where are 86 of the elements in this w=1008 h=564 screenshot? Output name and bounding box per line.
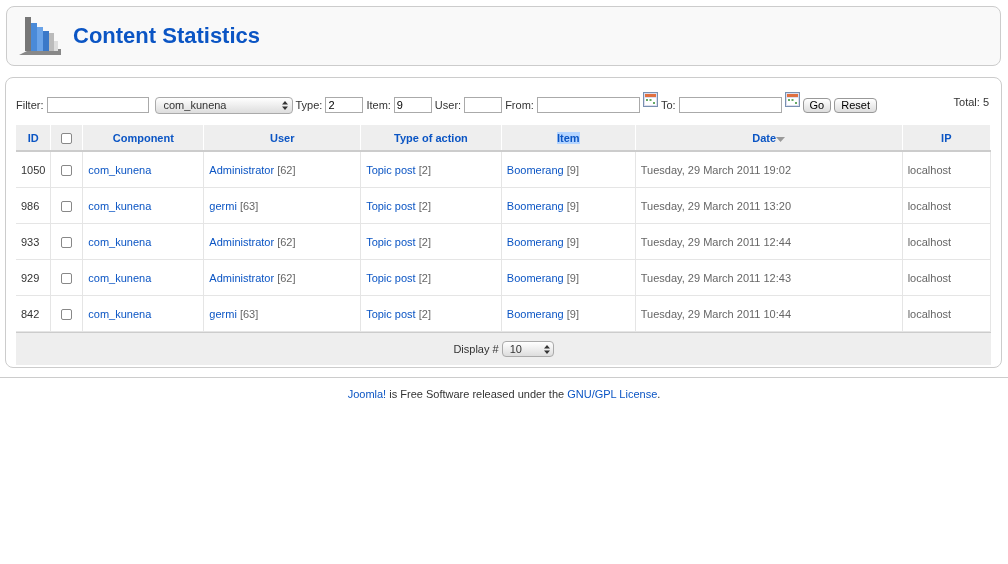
type-label: Type: bbox=[295, 99, 323, 111]
display-label: Display # bbox=[453, 343, 499, 355]
id-cell: 933 bbox=[21, 235, 40, 248]
item-id: [9] bbox=[566, 163, 579, 176]
component-select[interactable]: com_kunena bbox=[154, 96, 293, 114]
action-link[interactable]: Topic post bbox=[366, 235, 416, 248]
date-cell: Tuesday, 29 March 2011 13:20 bbox=[640, 199, 791, 212]
ip-cell: localhost bbox=[907, 307, 952, 320]
date-cell: Tuesday, 29 March 2011 19:02 bbox=[640, 163, 791, 176]
column-header[interactable]: Item bbox=[557, 131, 580, 144]
up-down-arrows-icon bbox=[281, 100, 288, 110]
user-field[interactable] bbox=[464, 97, 503, 113]
id-cell: 842 bbox=[21, 307, 40, 320]
action-id: [2] bbox=[418, 163, 431, 176]
date-cell: Tuesday, 29 March 2011 10:44 bbox=[640, 307, 791, 320]
action-id: [2] bbox=[418, 235, 431, 248]
go-button[interactable]: Go bbox=[802, 97, 832, 113]
from-label: From: bbox=[505, 99, 534, 111]
action-id: [2] bbox=[418, 199, 431, 212]
joomla-link[interactable]: Joomla! bbox=[347, 388, 387, 400]
item-id: [9] bbox=[566, 271, 579, 284]
type-field[interactable]: 2 bbox=[325, 97, 364, 113]
calendar-icon[interactable] bbox=[784, 91, 800, 107]
user-link[interactable]: Administrator bbox=[209, 271, 275, 284]
user-id: [63] bbox=[239, 199, 259, 212]
action-id: [2] bbox=[418, 271, 431, 284]
user-id: [63] bbox=[239, 307, 259, 320]
user-link[interactable]: Administrator bbox=[209, 163, 275, 176]
id-cell: 986 bbox=[21, 199, 40, 212]
column-header[interactable]: User bbox=[270, 131, 295, 144]
up-down-arrows-icon bbox=[543, 344, 550, 354]
reset-button[interactable]: Reset bbox=[834, 97, 877, 113]
component-link[interactable]: com_kunena bbox=[88, 199, 152, 212]
item-link[interactable]: Boomerang bbox=[506, 163, 564, 176]
ip-cell: localhost bbox=[907, 271, 952, 284]
item-link[interactable]: Boomerang bbox=[506, 235, 564, 248]
user-link[interactable]: Administrator bbox=[209, 235, 275, 248]
to-label: To: bbox=[660, 99, 676, 111]
item-id: [9] bbox=[566, 235, 579, 248]
action-link[interactable]: Topic post bbox=[366, 163, 416, 176]
id-cell: 929 bbox=[21, 271, 40, 284]
row-checkbox[interactable] bbox=[61, 272, 73, 284]
column-header[interactable]: Date bbox=[752, 131, 777, 144]
calendar-icon[interactable] bbox=[642, 91, 658, 107]
item-id: [9] bbox=[566, 199, 579, 212]
component-link[interactable]: com_kunena bbox=[88, 307, 152, 320]
item-link[interactable]: Boomerang bbox=[506, 199, 564, 212]
component-link[interactable]: com_kunena bbox=[88, 163, 152, 176]
to-date-field[interactable] bbox=[678, 97, 782, 113]
id-cell: 1050 bbox=[21, 163, 46, 176]
from-date-field[interactable] bbox=[536, 97, 640, 113]
page-title: Content Statistics bbox=[73, 23, 261, 49]
action-link[interactable]: Topic post bbox=[366, 199, 416, 212]
component-link[interactable]: com_kunena bbox=[88, 271, 152, 284]
ip-cell: localhost bbox=[907, 235, 952, 248]
component-link[interactable]: com_kunena bbox=[88, 235, 152, 248]
filter-label: Filter: bbox=[16, 99, 44, 111]
row-checkbox[interactable] bbox=[61, 200, 73, 212]
date-cell: Tuesday, 29 March 2011 12:43 bbox=[640, 271, 791, 284]
item-link[interactable]: Boomerang bbox=[506, 271, 564, 284]
user-id: [62] bbox=[277, 271, 296, 284]
filter-field[interactable] bbox=[46, 97, 149, 113]
user-label: User: bbox=[434, 99, 462, 111]
date-cell: Tuesday, 29 March 2011 12:44 bbox=[640, 235, 791, 248]
footer-text: Joomla! is Free Software released under the GNU/GPL License. bbox=[347, 388, 661, 400]
user-id: [62] bbox=[277, 163, 296, 176]
row-checkbox[interactable] bbox=[61, 308, 73, 320]
column-header[interactable]: IP bbox=[941, 131, 952, 144]
select-all-checkbox[interactable] bbox=[61, 132, 73, 144]
user-link[interactable]: germi bbox=[209, 307, 237, 320]
item-id: [9] bbox=[566, 307, 579, 320]
total-count: Total: 5 bbox=[953, 96, 989, 108]
column-header[interactable]: ID bbox=[27, 131, 39, 144]
row-checkbox[interactable] bbox=[61, 164, 73, 176]
user-id: [62] bbox=[277, 235, 296, 248]
ip-cell: localhost bbox=[907, 163, 952, 176]
item-field[interactable]: 9 bbox=[393, 97, 432, 113]
item-link[interactable]: Boomerang bbox=[506, 307, 564, 320]
user-link[interactable]: germi bbox=[209, 199, 237, 212]
action-id: [2] bbox=[418, 307, 431, 320]
ip-cell: localhost bbox=[907, 199, 952, 212]
row-checkbox[interactable] bbox=[61, 236, 73, 248]
action-link[interactable]: Topic post bbox=[366, 271, 416, 284]
action-link[interactable]: Topic post bbox=[366, 307, 416, 320]
display-count-select[interactable]: 10 bbox=[501, 341, 554, 357]
item-label: Item: bbox=[366, 99, 391, 111]
